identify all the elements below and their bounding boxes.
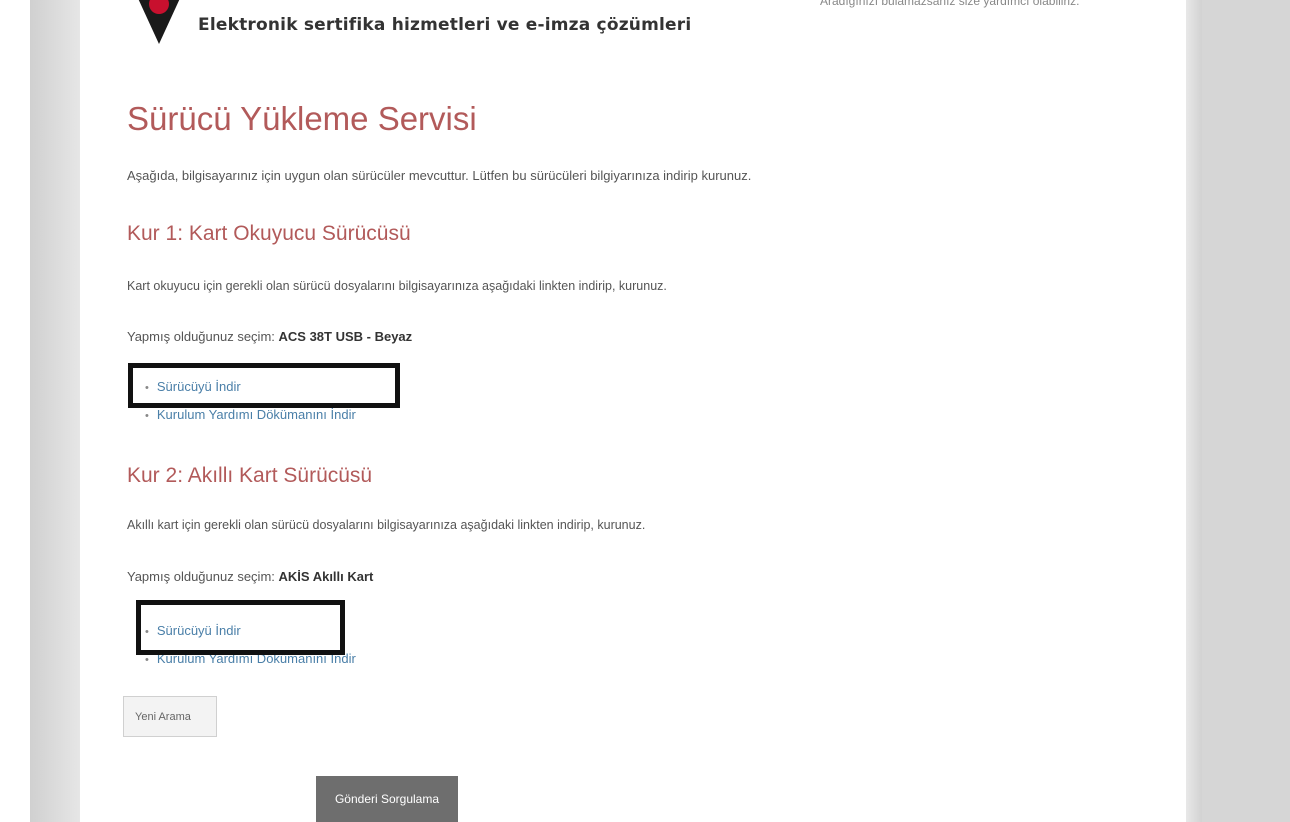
step2-download-driver-link[interactable]: Sürücüyü İndir: [157, 623, 241, 638]
step1-selection-label: Yapmış olduğunuz seçim:: [127, 329, 275, 344]
page-content: Elektronik sertifika hizmetleri ve e-imz…: [80, 0, 1186, 822]
step1-download-list: Sürücüyü İndir Kurulum Yardımı Dökümanın…: [145, 373, 356, 429]
left-gutter: [0, 0, 30, 822]
send-query-button[interactable]: Gönderi Sorgulama: [316, 776, 458, 822]
header-help-note: Aradığınızı bulamazsanız size yardımcı o…: [820, 0, 1080, 8]
step2-download-guide-link[interactable]: Kurulum Yardımı Dökümanını İndir: [157, 651, 356, 666]
header-tagline: Elektronik sertifika hizmetleri ve e-imz…: [198, 15, 692, 35]
list-item: Sürücüyü İndir: [145, 373, 356, 401]
step1-download-driver-link[interactable]: Sürücüyü İndir: [157, 379, 241, 394]
step2-description: Akıllı kart için gerekli olan sürücü dos…: [127, 518, 646, 532]
page-shadow-right: [1186, 0, 1202, 822]
step1-heading: Kur 1: Kart Okuyucu Sürücüsü: [127, 222, 411, 245]
step2-heading: Kur 2: Akıllı Kart Sürücüsü: [127, 464, 373, 487]
step1-selection-value: ACS 38T USB - Beyaz: [278, 329, 413, 344]
page-intro: Aşağıda, bilgisayarınız için uygun olan …: [127, 168, 752, 183]
step2-selection-value: AKİS Akıllı Kart: [278, 569, 374, 584]
list-item: Kurulum Yardımı Dökümanını İndir: [145, 401, 356, 429]
page-shadow-left: [30, 0, 80, 822]
list-item: Sürücüyü İndir: [145, 617, 356, 645]
step2-selection-label: Yapmış olduğunuz seçim:: [127, 569, 275, 584]
step2-selection: Yapmış olduğunuz seçim: AKİS Akıllı Kart: [127, 569, 373, 584]
step2-download-list: Sürücüyü İndir Kurulum Yardımı Dökümanın…: [145, 617, 356, 673]
page-title: Sürücü Yükleme Servisi: [127, 100, 477, 137]
step1-selection: Yapmış olduğunuz seçim: ACS 38T USB - Be…: [127, 329, 412, 344]
step1-download-guide-link[interactable]: Kurulum Yardımı Dökümanını İndir: [157, 407, 356, 422]
new-search-button[interactable]: Yeni Arama: [123, 696, 217, 737]
list-item: Kurulum Yardımı Dökümanını İndir: [145, 645, 356, 673]
step1-description: Kart okuyucu için gerekli olan sürücü do…: [127, 279, 667, 293]
right-gutter: [1202, 0, 1290, 822]
